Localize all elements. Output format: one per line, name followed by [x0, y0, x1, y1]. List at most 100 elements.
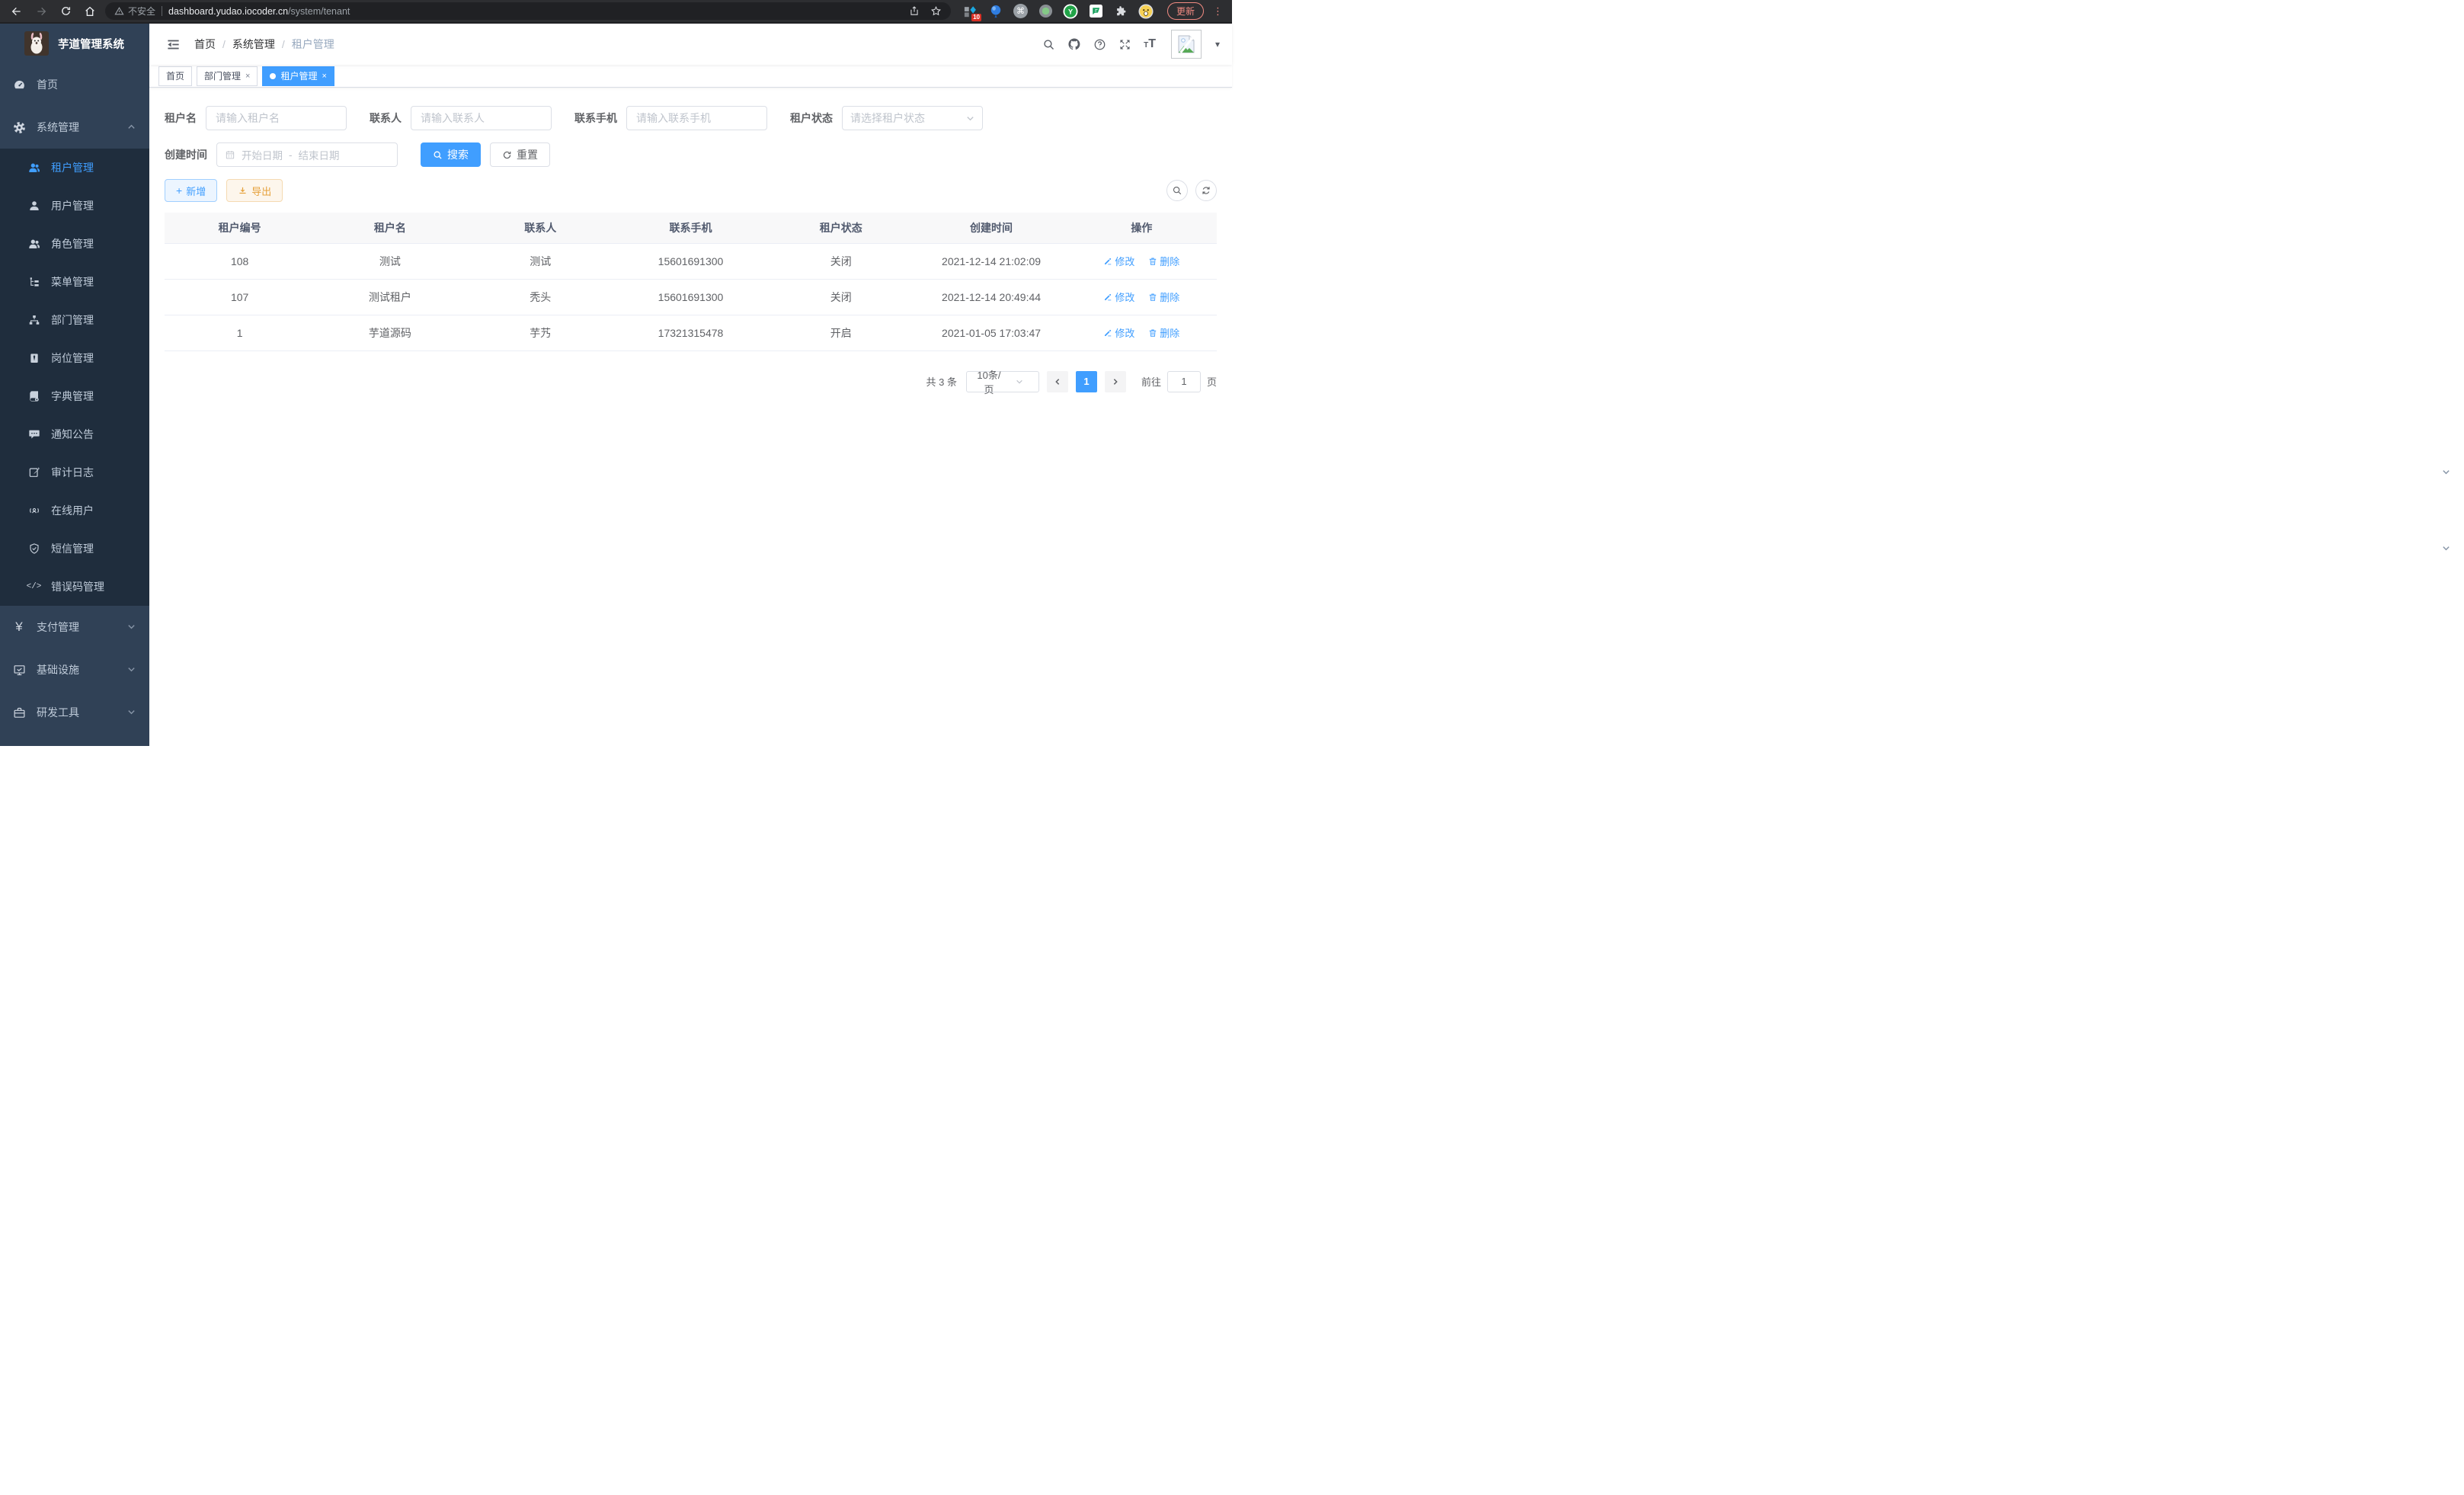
security-status[interactable]: 不安全	[114, 5, 155, 18]
sidebar-item-payment[interactable]: ¥ 支付管理	[0, 606, 149, 648]
page-number-1[interactable]: 1	[1076, 371, 1097, 392]
tag-dept[interactable]: 部门管理 ×	[197, 66, 258, 86]
prev-page-button[interactable]	[1047, 371, 1068, 392]
chevron-down-icon	[1006, 378, 1032, 386]
github-icon[interactable]	[1067, 37, 1081, 51]
extensions-puzzle-icon[interactable]	[1113, 4, 1128, 19]
avatar[interactable]	[1171, 30, 1202, 59]
col-created: 创建时间	[916, 213, 1066, 243]
sidebar-item-errcode[interactable]: </> 错误码管理	[0, 568, 149, 606]
chevron-down-icon	[966, 114, 974, 123]
app-title: 芋道管理系统	[58, 36, 124, 52]
user-icon	[27, 200, 40, 212]
chevron-down-icon	[127, 664, 136, 676]
breadcrumb-home[interactable]: 首页	[194, 37, 216, 52]
sidebar-item-tenant[interactable]: 租户管理	[0, 149, 149, 187]
extension-chat-icon[interactable]	[1088, 4, 1103, 19]
sidebar-item-notice[interactable]: 通知公告	[0, 415, 149, 453]
profile-avatar-icon[interactable]	[1138, 4, 1154, 19]
status-select[interactable]: 请选择租户状态	[842, 106, 983, 130]
browser-menu-icon[interactable]: ⋮	[1213, 5, 1223, 18]
toggle-search-button[interactable]	[1166, 180, 1188, 201]
close-icon[interactable]: ×	[245, 72, 250, 81]
role-users-icon	[27, 238, 40, 250]
date-range-picker[interactable]: 开始日期 - 结束日期	[216, 142, 398, 167]
sidebar-item-devtools[interactable]: 研发工具	[0, 691, 149, 734]
col-tenant-id: 租户编号	[165, 213, 315, 243]
sidebar-item-audit[interactable]: 审计日志	[0, 453, 149, 491]
edit-button[interactable]: 修改	[1103, 254, 1134, 268]
sidebar-item-menu[interactable]: 菜单管理	[0, 263, 149, 301]
sidebar-item-label: 审计日志	[51, 465, 94, 480]
sidebar-item-system[interactable]: 系统管理	[0, 106, 149, 149]
close-icon[interactable]: ×	[322, 72, 326, 81]
page-size-select[interactable]: 10条/页	[966, 371, 1039, 392]
trash-icon	[1148, 293, 1157, 302]
browser-toolbar: 不安全 dashboard.yudao.iocoder.cn/system/te…	[0, 0, 1232, 24]
download-icon	[238, 186, 248, 196]
sidebar-item-role[interactable]: 角色管理	[0, 225, 149, 263]
delete-button[interactable]: 删除	[1148, 325, 1179, 340]
online-signal-icon	[27, 504, 40, 517]
star-icon[interactable]	[930, 5, 942, 17]
extension-balloon-icon[interactable]	[988, 4, 1003, 19]
extension-command-icon[interactable]: ⌘	[1013, 4, 1028, 18]
sidebar-item-home[interactable]: 首页	[0, 63, 149, 106]
browser-forward-icon[interactable]	[32, 2, 50, 21]
address-url[interactable]: dashboard.yudao.iocoder.cn/system/tenant	[168, 6, 350, 17]
search-button[interactable]: 搜索	[421, 142, 481, 167]
tag-home[interactable]: 首页	[158, 66, 192, 86]
extension-tiles-icon[interactable]: 10	[963, 4, 978, 19]
delete-button[interactable]: 删除	[1148, 290, 1179, 304]
edit-button[interactable]: 修改	[1103, 325, 1134, 340]
fullscreen-icon[interactable]	[1118, 38, 1131, 51]
goto-page-input[interactable]	[1167, 371, 1201, 392]
status-label: 租户状态	[790, 110, 833, 126]
sidebar-item-label: 租户管理	[51, 160, 94, 175]
add-button[interactable]: + 新增	[165, 179, 217, 202]
share-icon[interactable]	[909, 5, 920, 17]
sidebar-item-post[interactable]: 岗位管理	[0, 339, 149, 377]
security-label: 不安全	[128, 5, 155, 18]
caret-down-icon[interactable]: ▾	[1215, 39, 1220, 50]
sidebar-item-infra[interactable]: 基础设施	[0, 648, 149, 691]
sidebar-item-online[interactable]: 在线用户	[0, 491, 149, 530]
edit-button[interactable]: 修改	[1103, 290, 1134, 304]
export-button[interactable]: 导出	[226, 179, 283, 202]
browser-reload-icon[interactable]	[56, 2, 75, 21]
search-icon[interactable]	[1042, 38, 1055, 51]
browser-home-icon[interactable]	[81, 2, 99, 21]
reset-button[interactable]: 重置	[490, 142, 550, 167]
extension-record-icon[interactable]	[1038, 4, 1053, 19]
sidebar-item-user[interactable]: 用户管理	[0, 187, 149, 225]
address-bar[interactable]: 不安全 dashboard.yudao.iocoder.cn/system/te…	[105, 2, 951, 20]
table-header-row: 租户编号 租户名 联系人 联系手机 租户状态 创建时间 操作	[165, 213, 1217, 243]
sidebar-logo[interactable]: 芋道管理系统	[0, 24, 149, 63]
extension-y-icon[interactable]: Y	[1063, 4, 1078, 19]
org-chart-icon	[27, 314, 40, 326]
col-tenant-name: 租户名	[315, 213, 465, 243]
next-page-button[interactable]	[1105, 371, 1126, 392]
edit-pen-icon	[1103, 293, 1112, 302]
font-size-icon[interactable]: TT	[1144, 37, 1156, 51]
tenant-name-input[interactable]	[206, 106, 347, 130]
sidebar: 芋道管理系统 首页 系统管理	[0, 24, 149, 746]
phone-input[interactable]	[626, 106, 767, 130]
sidebar-item-dept[interactable]: 部门管理	[0, 301, 149, 339]
help-icon[interactable]	[1093, 38, 1106, 51]
sidebar-item-label: 岗位管理	[51, 351, 94, 366]
contact-input[interactable]	[411, 106, 552, 130]
chevron-up-icon	[127, 121, 136, 133]
refresh-table-button[interactable]	[1195, 180, 1217, 201]
sidebar-item-sms[interactable]: 短信管理	[0, 530, 149, 568]
breadcrumb-system[interactable]: 系统管理	[232, 37, 275, 52]
tags-view: 首页 部门管理 × 租户管理 ×	[149, 65, 1232, 88]
sidebar-collapse-icon[interactable]	[166, 37, 181, 52]
end-date-placeholder: 结束日期	[299, 147, 340, 162]
delete-button[interactable]: 删除	[1148, 254, 1179, 268]
tenant-table: 租户编号 租户名 联系人 联系手机 租户状态 创建时间 操作 108 测试 测试	[165, 213, 1217, 351]
browser-update-button[interactable]: 更新	[1167, 2, 1204, 20]
browser-back-icon[interactable]	[8, 2, 26, 21]
tag-tenant[interactable]: 租户管理 ×	[262, 66, 334, 86]
sidebar-item-dict[interactable]: 字典管理	[0, 377, 149, 415]
